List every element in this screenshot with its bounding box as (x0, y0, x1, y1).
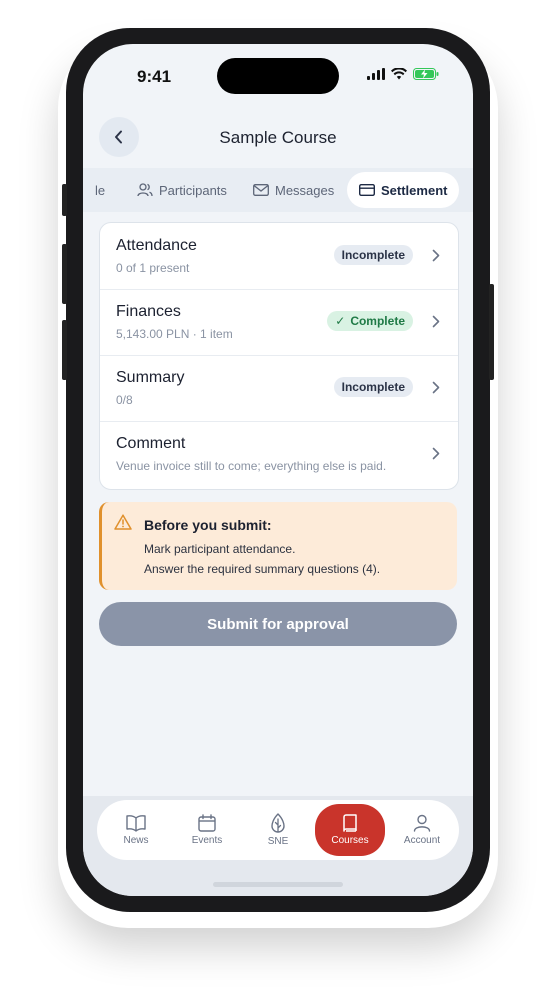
row-subtitle: 0 of 1 present (116, 261, 190, 275)
tab-settlement[interactable]: Settlement (347, 172, 460, 208)
book-icon (343, 814, 357, 832)
signal-icon (367, 68, 385, 80)
card-icon (359, 184, 375, 196)
users-icon (137, 183, 153, 197)
row-title: Finances (116, 303, 181, 320)
check-icon: ✓ (335, 314, 346, 328)
chevron-right-icon (432, 447, 440, 460)
power-button (489, 284, 494, 380)
dynamic-island (217, 58, 339, 94)
volume-up-button (62, 244, 67, 304)
nav-label: News (123, 835, 149, 846)
chevron-right-icon (432, 315, 440, 328)
status-badge: Incomplete (333, 377, 413, 397)
row-finances[interactable]: Finances 5,143.00 PLN · 1 item ✓ Complete (100, 289, 458, 356)
warning-callout: Before you submit: Mark participant atte… (99, 502, 457, 590)
battery-charging-icon (413, 68, 439, 80)
page-title: Sample Course (219, 128, 337, 147)
row-attendance[interactable]: Attendance 0 of 1 present Incomplete (100, 223, 458, 290)
row-title: Comment (116, 435, 186, 452)
warning-item: Mark participant attendance. (144, 542, 296, 556)
nav-label: SNE (267, 836, 289, 847)
row-title: Attendance (116, 237, 197, 254)
nav-events[interactable]: Events (177, 804, 237, 856)
nav-account[interactable]: Account (392, 804, 452, 856)
tab-schedule-partial[interactable]: le (95, 168, 105, 212)
submit-for-approval-button[interactable]: Submit for approval (99, 602, 457, 646)
user-icon (413, 814, 431, 832)
nav-sne[interactable]: SNE (248, 804, 308, 856)
status-time: 9:41 (137, 67, 172, 86)
tab-label: le (95, 182, 106, 198)
settlement-card: Attendance 0 of 1 present Incomplete Fin… (99, 222, 459, 490)
volume-down-button (62, 320, 67, 380)
warning-item: Answer the required summary questions (4… (144, 562, 381, 576)
nav-news[interactable]: News (106, 804, 166, 856)
row-title: Summary (116, 369, 185, 386)
mail-icon (253, 184, 269, 196)
nav-label: Events (191, 835, 223, 846)
status-icons (367, 68, 439, 80)
nav-label: Courses (331, 835, 369, 846)
tab-participants[interactable]: Participants (137, 168, 227, 212)
tab-label: Settlement (381, 182, 448, 198)
bottom-nav: News Events SNE Courses Account (97, 800, 459, 860)
warning-title: Before you submit: (144, 517, 272, 533)
warning-icon (114, 514, 132, 530)
tab-label: Messages (275, 182, 335, 198)
screen: 9:41 Sample Course le Participants Messa… (83, 44, 473, 896)
nav-label: Account (403, 835, 441, 846)
calendar-icon (198, 814, 216, 832)
tab-messages[interactable]: Messages (253, 168, 334, 212)
leaf-icon (271, 813, 285, 833)
home-indicator (213, 882, 343, 887)
status-badge: Incomplete (333, 245, 413, 265)
book-open-icon (126, 815, 146, 832)
row-summary[interactable]: Summary 0/8 Incomplete (100, 355, 458, 422)
wifi-icon (391, 68, 407, 80)
chevron-right-icon (432, 249, 440, 262)
mute-switch (62, 184, 67, 216)
status-badge: ✓ Complete (327, 311, 413, 331)
tab-label: Participants (159, 182, 227, 198)
row-subtitle: 0/8 (116, 393, 133, 407)
badge-label: Complete (350, 314, 405, 328)
tab-bar: le Participants Messages Settlement (83, 168, 473, 212)
row-subtitle: 5,143.00 PLN · 1 item (116, 327, 233, 341)
nav-courses[interactable]: Courses (315, 804, 385, 856)
chevron-right-icon (432, 381, 440, 394)
row-comment[interactable]: Comment Venue invoice still to come; eve… (100, 421, 458, 487)
row-subtitle: Venue invoice still to come; everything … (116, 459, 387, 473)
